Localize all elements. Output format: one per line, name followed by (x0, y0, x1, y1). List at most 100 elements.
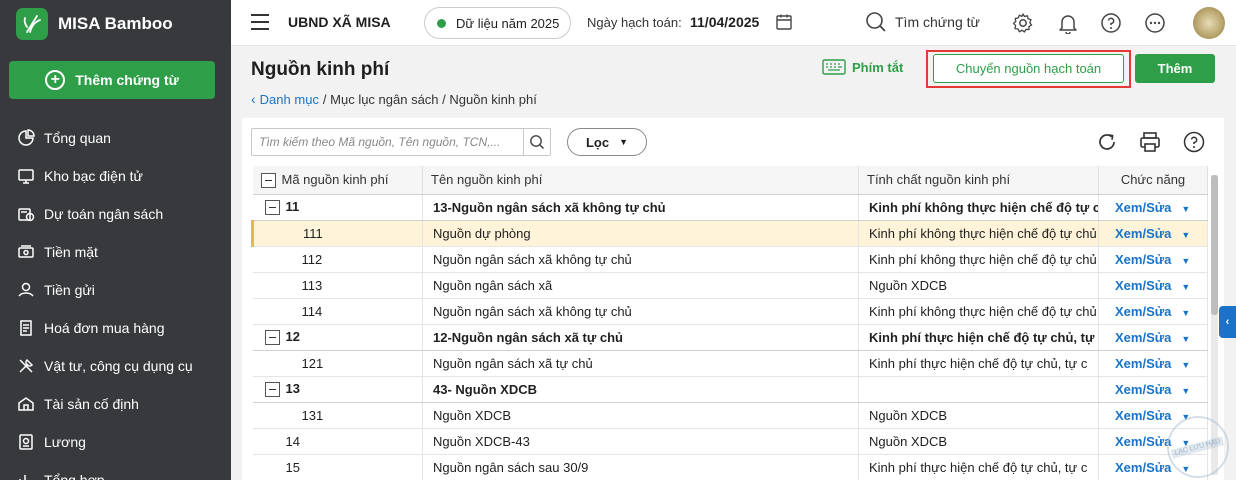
cell-name: Nguồn ngân sách xã tự chủ (422, 350, 859, 377)
cell-name: Nguồn ngân sách xã (422, 272, 859, 299)
search-field (251, 128, 551, 156)
table-row[interactable]: 131 Nguồn XDCB Nguồn XDCB Xem/Sửa ▼ (252, 402, 1208, 429)
breadcrumb-link-catalog[interactable]: Danh mục (260, 92, 319, 107)
table-row[interactable]: 14 Nguồn XDCB-43 Nguồn XDCB Xem/Sửa ▼ (252, 428, 1208, 455)
view-edit-button[interactable]: Xem/Sửa ▼ (1098, 324, 1208, 351)
caret-down-icon[interactable]: ▼ (1181, 282, 1190, 292)
search-icon (866, 12, 886, 32)
scrollbar-thumb[interactable] (1211, 175, 1218, 315)
sidebar-item-budget[interactable]: Dự toán ngân sách (0, 195, 231, 233)
collapse-row-icon[interactable] (264, 382, 280, 398)
view-edit-button[interactable]: Xem/Sửa ▼ (1098, 194, 1208, 221)
posting-date-label: Ngày hạch toán: (587, 15, 682, 30)
caret-down-icon[interactable]: ▼ (1181, 230, 1190, 240)
asset-icon (16, 394, 36, 414)
view-edit-button[interactable]: Xem/Sửa ▼ (1098, 376, 1208, 403)
shortcut-button[interactable]: Phím tắt (822, 59, 903, 75)
avatar[interactable] (1193, 7, 1225, 39)
sidebar-item-label: Tổng hợp (44, 472, 105, 480)
view-edit-label: Xem/Sửa (1115, 407, 1172, 423)
cell-code: 14 (252, 428, 423, 455)
posting-date-value[interactable]: 11/04/2025 (690, 14, 759, 30)
cell-code: 15 (252, 454, 423, 480)
chevron-left-icon[interactable]: ‹ (251, 91, 256, 107)
table-row[interactable]: 114 Nguồn ngân sách xã không tự chủ Kinh p… (252, 298, 1208, 325)
data-year-label: Dữ liệu năm 2025 (456, 15, 560, 31)
table-row[interactable]: 11 13-Nguồn ngân sách xã không tự chủ Kinh… (252, 194, 1208, 221)
calendar-icon[interactable] (775, 13, 793, 31)
search-input[interactable] (252, 129, 524, 155)
sidebar-item-cash[interactable]: Tiền mặt (0, 233, 231, 271)
menu-icon[interactable] (251, 14, 269, 30)
caret-down-icon[interactable]: ▼ (1181, 204, 1190, 214)
collapse-all-icon[interactable] (260, 172, 276, 188)
help-icon[interactable] (1100, 12, 1122, 34)
print-icon[interactable] (1138, 130, 1162, 154)
column-header-name[interactable]: Tên nguồn kinh phí (422, 166, 859, 195)
cell-name: Nguồn ngân sách xã không tự chủ (422, 246, 859, 273)
transfer-source-button[interactable]: Chuyển nguồn hạch toán (933, 54, 1124, 83)
caret-down-icon[interactable]: ▼ (1181, 256, 1190, 266)
view-edit-button[interactable]: Xem/Sửa ▼ (1098, 350, 1208, 377)
table-row[interactable]: 13 43- Nguồn XDCB Xem/Sửa ▼ (252, 376, 1208, 403)
cell-code: 111 (251, 220, 423, 247)
sidebar-item-deposit[interactable]: Tiền gửi (0, 271, 231, 309)
view-edit-button[interactable]: Xem/Sửa ▼ (1098, 298, 1208, 325)
cell-code: 113 (252, 272, 423, 299)
side-panel-toggle[interactable]: ‹ (1219, 306, 1236, 338)
cell-code-text: 11 (285, 198, 300, 214)
view-edit-button[interactable]: Xem/Sửa ▼ (1098, 246, 1208, 273)
caret-down-icon[interactable]: ▼ (1181, 386, 1190, 396)
sidebar-item-assets[interactable]: Tài sản cố định (0, 385, 231, 423)
column-header-nature[interactable]: Tính chất nguồn kinh phí (858, 166, 1099, 195)
add-voucher-button[interactable]: + Thêm chứng từ (9, 61, 215, 99)
cell-nature: Kinh phí thực hiện chế độ tự chủ, tự c (858, 454, 1099, 480)
table-row[interactable]: 12 12-Nguồn ngân sách xã tự chủ Kinh phí t… (252, 324, 1208, 351)
cell-nature: Kinh phí thực hiện chế độ tự chủ, tự (858, 324, 1099, 351)
cell-nature: Kinh phí không thực hiện chế độ tự chủ (858, 246, 1099, 273)
refresh-icon[interactable] (1095, 130, 1119, 154)
caret-down-icon[interactable]: ▼ (1181, 334, 1190, 344)
sidebar-item-summary[interactable]: Tổng hợp (0, 461, 231, 480)
table-row[interactable]: 15 Nguồn ngân sách sau 30/9 Kinh phí thực … (252, 454, 1208, 480)
more-icon[interactable] (1144, 12, 1166, 34)
add-button[interactable]: Thêm (1135, 54, 1215, 83)
sidebar: MISA Bamboo + Thêm chứng từ Tổng quan Kh… (0, 0, 231, 480)
collapse-row-icon[interactable] (264, 330, 280, 346)
data-year-selector[interactable]: Dữ liệu năm 2025 (424, 7, 571, 39)
bell-icon[interactable] (1057, 12, 1079, 34)
caret-down-icon[interactable]: ▼ (1181, 360, 1190, 370)
invoice-icon (16, 318, 36, 338)
caret-down-icon[interactable]: ▼ (1181, 308, 1190, 318)
search-button[interactable] (523, 129, 550, 155)
table-row[interactable]: 111 Nguồn dự phòng Kinh phí không thực hiệ… (251, 220, 1208, 247)
cell-name: 12-Nguồn ngân sách xã tự chủ (422, 324, 859, 351)
cell-name: 43- Nguồn XDCB (422, 376, 859, 403)
view-edit-label: Xem/Sửa (1115, 277, 1172, 293)
sidebar-item-label: Lương (44, 434, 86, 450)
brand[interactable]: MISA Bamboo (16, 8, 173, 40)
filter-button[interactable]: Lọc ▼ (567, 128, 647, 156)
gear-icon[interactable] (1012, 12, 1034, 34)
sidebar-item-overview[interactable]: Tổng quan (0, 119, 231, 157)
column-header-code[interactable]: Mã nguồn kinh phí (252, 166, 423, 195)
voucher-search-button[interactable]: Tìm chứng từ (865, 11, 980, 33)
view-edit-button[interactable]: Xem/Sửa ▼ (1098, 220, 1208, 247)
help-icon[interactable] (1182, 130, 1206, 154)
table-row[interactable]: 113 Nguồn ngân sách xã Nguồn XDCB Xem/Sửa ▼ (252, 272, 1208, 299)
sidebar-item-label: Kho bạc điện tử (44, 168, 143, 184)
keyboard-icon (822, 59, 846, 75)
cell-name: Nguồn XDCB (422, 402, 859, 429)
view-edit-button[interactable]: Xem/Sửa ▼ (1098, 272, 1208, 299)
table-header-row: Mã nguồn kinh phí Tên nguồn kinh phí Tín… (252, 166, 1208, 195)
sidebar-item-invoice[interactable]: Hoá đơn mua hàng (0, 309, 231, 347)
table-row[interactable]: 112 Nguồn ngân sách xã không tự chủ Kinh p… (252, 246, 1208, 273)
sidebar-item-treasury[interactable]: Kho bạc điện tử (0, 157, 231, 195)
sidebar-item-tools[interactable]: Vật tư, công cụ dụng cụ (0, 347, 231, 385)
sidebar-item-salary[interactable]: Lương (0, 423, 231, 461)
collapse-row-icon[interactable] (264, 200, 280, 216)
view-edit-label: Xem/Sửa (1115, 459, 1172, 475)
table-row[interactable]: 121 Nguồn ngân sách xã tự chủ Kinh phí thự… (252, 350, 1208, 377)
view-edit-label: Xem/Sửa (1115, 329, 1172, 345)
table-body: 11 13-Nguồn ngân sách xã không tự chủ Kinh… (251, 194, 1208, 480)
